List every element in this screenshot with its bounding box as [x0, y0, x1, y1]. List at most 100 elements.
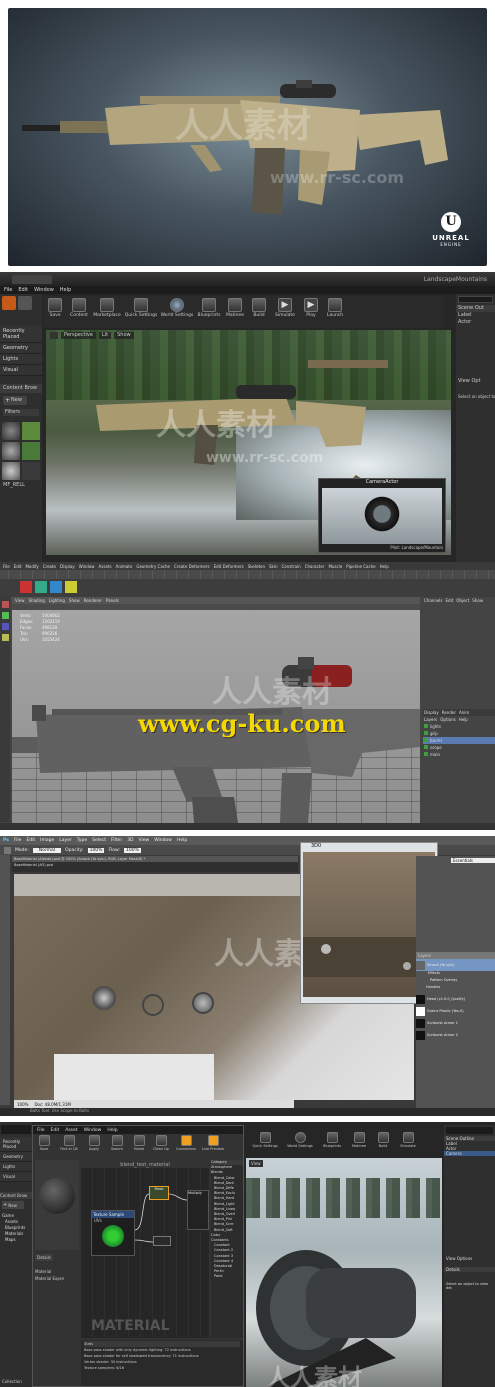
layer-row[interactable]: Grains Plastic (Yes.0) [416, 1005, 495, 1017]
maya-menu-animate[interactable]: Animate [116, 564, 133, 569]
blueprints-button[interactable]: Blueprints [318, 1132, 346, 1154]
layer-visibility-icon[interactable] [424, 745, 428, 749]
material-graph[interactable]: blend_test_material Texture Sample UVs M… [81, 1160, 209, 1338]
ue4-menu-file[interactable]: File [4, 287, 12, 293]
modes-geometry[interactable]: Geometry [0, 343, 42, 354]
layer-tab-render[interactable]: Render [442, 710, 456, 715]
viewport-show-button[interactable]: Show [114, 332, 134, 339]
channel-tab-channels[interactable]: Channels [424, 598, 443, 603]
layer-visibility-icon[interactable] [424, 731, 428, 735]
layer-tab-anim[interactable]: Anim [459, 710, 469, 715]
view-options-button[interactable]: View Opt [456, 378, 495, 385]
doc-tab[interactable]: BaseMaterial (AO).psd [12, 862, 298, 868]
toolbar-quick-settings-button[interactable]: Quick Settings [124, 298, 158, 328]
mat-apply-button[interactable]: Apply [83, 1135, 105, 1156]
layer-row[interactable]: lights [423, 723, 495, 730]
move-tool-icon[interactable] [1, 612, 9, 619]
layer-menu-help[interactable]: Help [459, 717, 468, 722]
toolbar-save-button[interactable]: Save [44, 298, 66, 328]
layer-visibility-icon[interactable] [424, 738, 428, 742]
layer-tab-display[interactable]: Display [424, 710, 439, 715]
shelf-tool-icon[interactable] [65, 581, 77, 593]
ue4-menu-edit[interactable]: Edit [18, 287, 28, 293]
maya-menu-constrain[interactable]: Constrain [282, 564, 301, 569]
layer-row[interactable]: Head (v1.0.0_Qualify) [416, 993, 495, 1005]
layer-visibility-icon[interactable] [424, 752, 428, 756]
mat-find-in-cb-button[interactable]: Find in CB [56, 1135, 82, 1156]
place-mode-icon[interactable] [2, 296, 16, 310]
content-filters-button[interactable]: Filters [3, 409, 39, 416]
channel-tab-object[interactable]: Object [456, 598, 469, 603]
tree-item[interactable]: Maps [2, 1237, 32, 1243]
mat-menu-help[interactable]: Help [107, 1128, 117, 1133]
ps-menu-select[interactable]: Select [92, 838, 106, 843]
matinee-button[interactable]: Matinee [347, 1132, 371, 1154]
layer-row[interactable]: Sunburst Armor 1 [416, 1017, 495, 1029]
toolbar-play-button[interactable]: ▶ Play [300, 298, 322, 328]
ue4-viewport[interactable]: Perspective Lit Show 人人素材 www.rr-sc.com … [46, 330, 451, 555]
layer-row-selected[interactable]: barrel [423, 737, 495, 744]
content-browser-tab[interactable]: Content Brow [0, 384, 42, 393]
shelf-tool-icon[interactable] [20, 581, 32, 593]
maya-menu-skeleton[interactable]: Skeleton [248, 564, 265, 569]
essentials-select[interactable]: Essentials [451, 858, 495, 863]
brush-tool-icon[interactable] [4, 846, 11, 854]
asset-thumbnail[interactable] [22, 462, 40, 480]
ps-menu-edit[interactable]: Edit [26, 838, 35, 843]
build-button[interactable]: Build [372, 1132, 394, 1154]
status-zoom[interactable]: 100% [17, 1102, 28, 1107]
modes-lights[interactable]: Lights [0, 1162, 32, 1172]
mat-menu-window[interactable]: Window [84, 1128, 102, 1133]
layer-row[interactable]: Sunburst Armor 2 [416, 1029, 495, 1041]
viewport-menu-icon[interactable] [50, 332, 58, 339]
quick-settings-button[interactable]: Quick Settings [248, 1132, 282, 1154]
ps-menu-window[interactable]: Window [154, 838, 172, 843]
ps-menu-help[interactable]: Help [177, 838, 187, 843]
select-tool-icon[interactable] [1, 601, 9, 608]
maya-menu-muscle[interactable]: Muscle [328, 564, 342, 569]
modes-visual[interactable]: Visual [0, 365, 42, 376]
ue4-tab[interactable] [12, 275, 52, 284]
viewport-lit-button[interactable]: Lit [98, 332, 112, 339]
ps-menu-layer[interactable]: Layer [59, 838, 72, 843]
layer-menu-layers[interactable]: Layers [424, 717, 437, 722]
ue-viewport-2[interactable]: View 人人素材 [246, 1158, 442, 1387]
mat-menu-asset[interactable]: Asset [65, 1128, 77, 1133]
toolbar-content-button[interactable]: Content [68, 298, 90, 328]
rotate-tool-icon[interactable] [1, 623, 9, 630]
toolbar-simulate-button[interactable]: ▶ Simulate [272, 298, 298, 328]
toolbar-build-button[interactable]: Build [248, 298, 270, 328]
ps-menu-type[interactable]: Type [77, 838, 87, 843]
modes-lights[interactable]: Lights [0, 354, 42, 365]
content-new-button[interactable]: + New [3, 396, 27, 405]
ps-menu-3d[interactable]: 3D [127, 838, 133, 843]
shelf-tool-icon[interactable] [50, 581, 62, 593]
maya-menu-create-deformers[interactable]: Create Deformers [174, 564, 210, 569]
maya-timeline[interactable] [0, 823, 495, 830]
maya-menu-edit-deformers[interactable]: Edit Deformers [214, 564, 244, 569]
paint-mode-icon[interactable] [18, 296, 32, 310]
view-options-button[interactable]: View Options [444, 1256, 495, 1261]
details-expr-row[interactable]: Material Expre [35, 1275, 79, 1282]
maya-menu-edit[interactable]: Edit [14, 564, 22, 569]
maya-menu-assets[interactable]: Assets [99, 564, 112, 569]
layer-effect-row[interactable]: Effects [416, 971, 495, 978]
layer-menu-options[interactable]: Options [440, 717, 455, 722]
mat-connectors-button[interactable]: Connectors [173, 1135, 199, 1156]
palette-item[interactable]: Paint [211, 1274, 243, 1279]
scene-outliner-tab[interactable]: Scene Out [456, 305, 495, 312]
mat-clean-up-button[interactable]: Clean Up [150, 1135, 172, 1156]
layer-row[interactable]: scope [423, 744, 495, 751]
ps-menu-view[interactable]: View [139, 838, 150, 843]
search-box[interactable] [458, 296, 493, 303]
channel-tab-edit[interactable]: Edit [446, 598, 454, 603]
mat-search-button[interactable]: Search [106, 1135, 128, 1156]
details-material-row[interactable]: Material [35, 1268, 79, 1275]
mat-preview-viewport[interactable] [35, 1160, 79, 1250]
channel-tab-show[interactable]: Show [472, 598, 483, 603]
content-browser-tab[interactable]: Content Brow [0, 1192, 32, 1199]
layer-row[interactable]: main [423, 751, 495, 758]
asset-thumbnail[interactable] [2, 422, 20, 440]
maya-menu-geometry-cache[interactable]: Geometry Cache [136, 564, 170, 569]
maya-menu-skin[interactable]: Skin [269, 564, 278, 569]
